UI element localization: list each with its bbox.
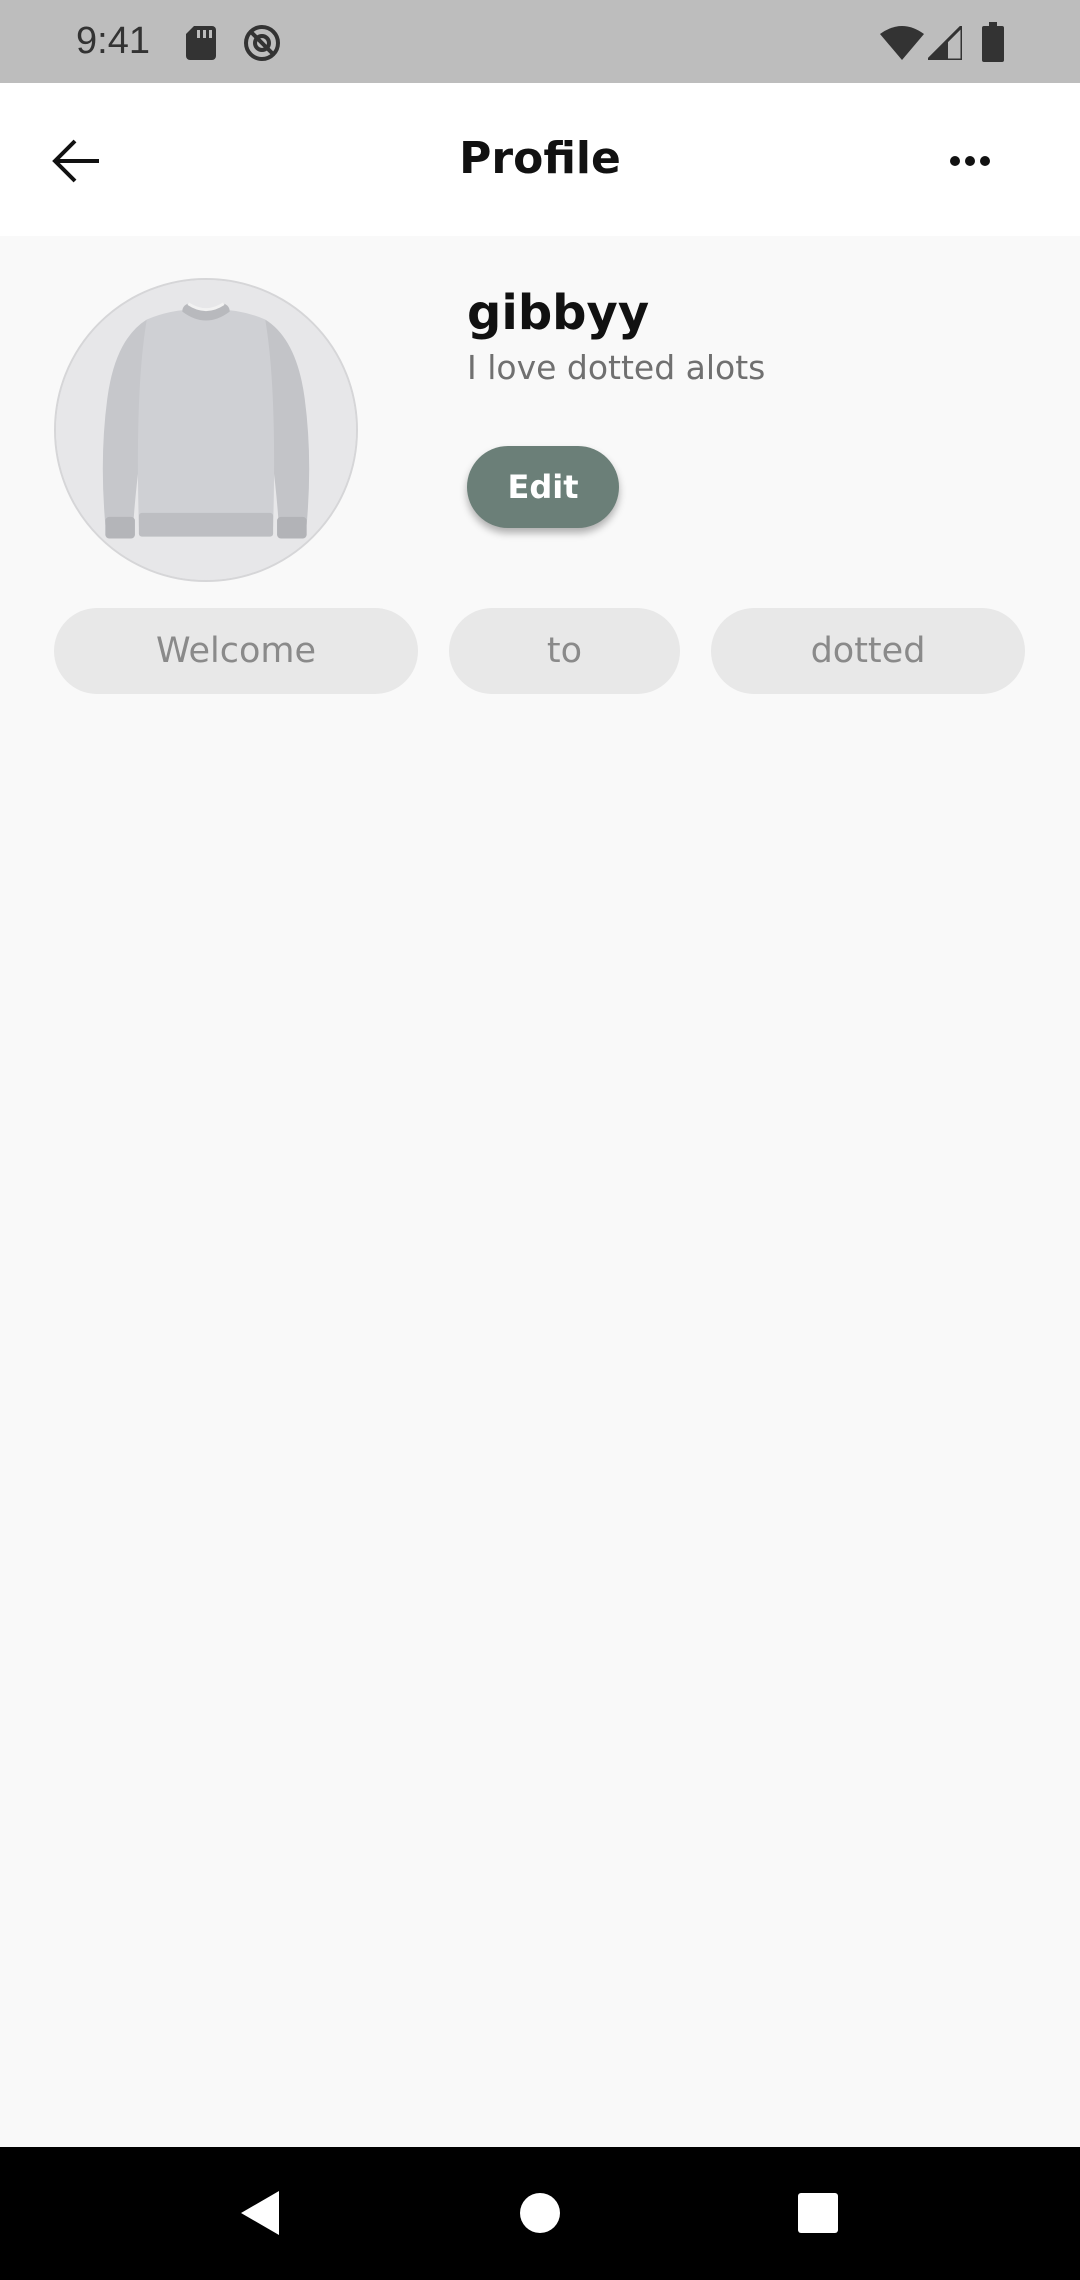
wifi-icon: [880, 26, 924, 60]
nav-back-icon: [241, 2191, 279, 2235]
more-options-button[interactable]: [934, 125, 1006, 197]
username: gibbyy: [467, 285, 650, 341]
profile-screen: 9:41 Profile gibbyy I love dotted alots …: [0, 0, 1080, 2280]
nav-recents-icon: [798, 2193, 838, 2233]
status-time: 9:41: [76, 20, 150, 62]
avatar[interactable]: [54, 278, 358, 582]
nav-back-button[interactable]: [220, 2173, 300, 2253]
page-title: Profile: [459, 133, 621, 184]
tag-chip[interactable]: dotted: [711, 608, 1025, 694]
nav-recents-button[interactable]: [778, 2173, 858, 2253]
nav-home-button[interactable]: [500, 2173, 580, 2253]
bio: I love dotted alots: [467, 348, 766, 387]
do-not-disturb-icon: [244, 25, 280, 61]
battery-icon: [982, 22, 1004, 62]
nav-home-icon: [520, 2193, 560, 2233]
system-nav-bar: [0, 2147, 1080, 2280]
more-horizontal-icon: [950, 156, 990, 166]
status-bar: 9:41: [0, 0, 1080, 83]
tag-chip[interactable]: to: [449, 608, 680, 694]
sd-card-icon: [186, 26, 216, 60]
sweater-photo: [56, 280, 356, 580]
edit-profile-button[interactable]: Edit: [467, 446, 619, 528]
cell-signal-icon: [928, 26, 962, 60]
app-bar: Profile: [0, 83, 1080, 236]
tag-chip[interactable]: Welcome: [54, 608, 418, 694]
